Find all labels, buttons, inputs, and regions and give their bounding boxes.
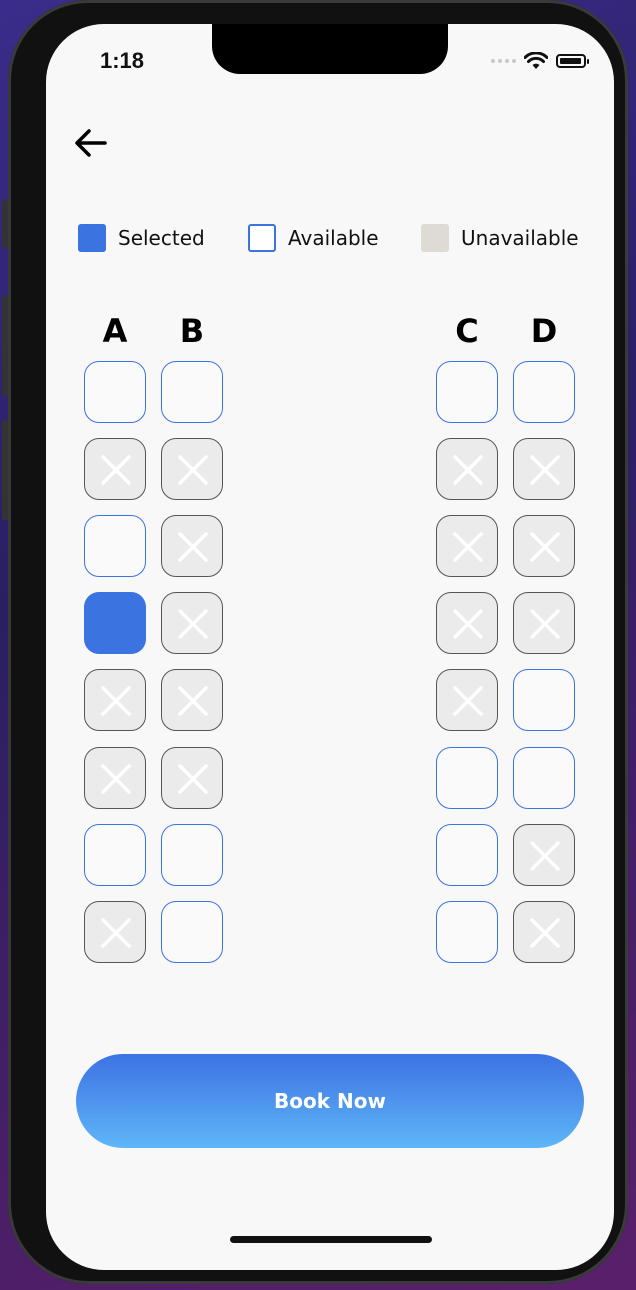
seat-c4 <box>436 592 498 654</box>
close-icon <box>453 532 483 562</box>
seat-a8 <box>84 901 146 963</box>
seat-b5 <box>161 669 223 731</box>
home-indicator <box>230 1236 432 1243</box>
seat-c1[interactable] <box>436 361 498 423</box>
seat-b8[interactable] <box>161 901 223 963</box>
seat-d5[interactable] <box>513 669 575 731</box>
seat-b1[interactable] <box>161 361 223 423</box>
wifi-icon <box>524 52 548 69</box>
seat-a5 <box>84 669 146 731</box>
close-icon <box>530 841 560 871</box>
close-icon <box>453 609 483 639</box>
seat-legend: Selected Available Unavailable <box>46 224 614 254</box>
app-screen: 1:18 Selected Available Unavailable A B … <box>46 24 614 1270</box>
legend-unavailable-swatch <box>421 224 449 252</box>
close-icon <box>101 455 131 485</box>
legend-selected: Selected <box>78 224 205 252</box>
close-icon <box>178 686 208 716</box>
close-icon <box>530 609 560 639</box>
volume-down-button <box>2 420 8 520</box>
column-label-b: B <box>179 312 205 350</box>
legend-selected-label: Selected <box>118 226 205 250</box>
seat-a2 <box>84 438 146 500</box>
close-icon <box>530 532 560 562</box>
close-icon <box>178 455 208 485</box>
column-label-a: A <box>102 312 128 350</box>
volume-up-button <box>2 296 8 396</box>
seat-d2 <box>513 438 575 500</box>
legend-available-label: Available <box>288 226 379 250</box>
seat-b7[interactable] <box>161 824 223 886</box>
status-icons <box>491 52 589 70</box>
legend-available-swatch <box>248 224 276 252</box>
notch <box>212 24 448 74</box>
seat-a7[interactable] <box>84 824 146 886</box>
close-icon <box>178 609 208 639</box>
close-icon <box>530 918 560 948</box>
battery-icon <box>556 54 589 68</box>
seat-c5 <box>436 669 498 731</box>
seat-c7[interactable] <box>436 824 498 886</box>
seat-c8[interactable] <box>436 901 498 963</box>
seat-a6 <box>84 747 146 809</box>
seat-a4[interactable] <box>84 592 146 654</box>
seat-d8 <box>513 901 575 963</box>
seat-b6 <box>161 747 223 809</box>
phone-frame: 1:18 Selected Available Unavailable A B … <box>2 0 628 1284</box>
seat-c2 <box>436 438 498 500</box>
legend-selected-swatch <box>78 224 106 252</box>
close-icon <box>178 532 208 562</box>
column-label-c: C <box>455 312 479 350</box>
book-now-button[interactable]: Book Now <box>76 1054 584 1148</box>
seat-b4 <box>161 592 223 654</box>
legend-unavailable: Unavailable <box>421 224 579 252</box>
seat-b3 <box>161 515 223 577</box>
seat-d7 <box>513 824 575 886</box>
close-icon <box>101 686 131 716</box>
signal-dots-icon <box>491 59 516 63</box>
seat-d3 <box>513 515 575 577</box>
close-icon <box>101 918 131 948</box>
legend-available: Available <box>248 224 379 252</box>
seat-a1[interactable] <box>84 361 146 423</box>
seat-b2 <box>161 438 223 500</box>
seat-a3[interactable] <box>84 515 146 577</box>
arrow-left-icon <box>75 129 107 157</box>
close-icon <box>530 455 560 485</box>
seat-d6[interactable] <box>513 747 575 809</box>
close-icon <box>178 764 208 794</box>
back-button[interactable] <box>72 124 112 164</box>
close-icon <box>101 764 131 794</box>
seat-c3 <box>436 515 498 577</box>
mute-switch <box>2 200 8 248</box>
seat-d1[interactable] <box>513 361 575 423</box>
close-icon <box>453 686 483 716</box>
seat-c6[interactable] <box>436 747 498 809</box>
legend-unavailable-label: Unavailable <box>461 226 579 250</box>
seat-d4 <box>513 592 575 654</box>
close-icon <box>453 455 483 485</box>
status-time: 1:18 <box>100 48 145 73</box>
column-label-d: D <box>530 312 558 350</box>
